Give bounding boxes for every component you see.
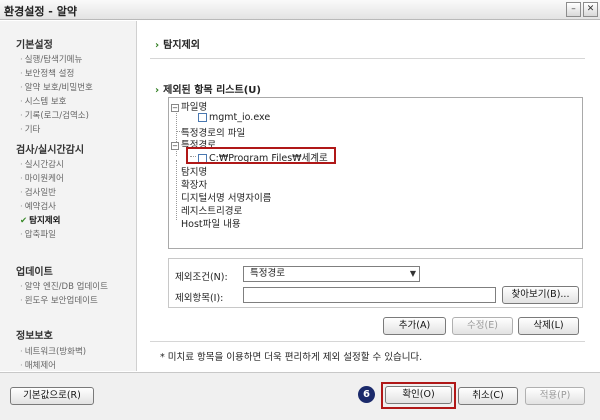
sidebar-item-engine-update[interactable]: · 알약 엔진/DB 업데이트: [20, 280, 108, 292]
tree-node-digital-signer[interactable]: 디지털서명 서명자이름: [181, 190, 271, 204]
sidebar-item-logs[interactable]: · 기록(로그/검역소): [20, 109, 89, 121]
title-bar: 환경설정 - 알약 – ✕: [0, 0, 600, 20]
page-title: › 탐지제외: [155, 40, 200, 51]
sidebar-section-scan[interactable]: 검사/실시간감시: [16, 141, 84, 156]
sidebar-item-firewall[interactable]: · 네트워크(방화벽): [20, 345, 86, 357]
browse-button[interactable]: 찾아보기(B)...: [502, 286, 579, 304]
window-title: 환경설정 - 알약: [4, 5, 77, 18]
highlight-box: [186, 147, 336, 164]
tree-node-file-name[interactable]: − 파일명: [171, 99, 207, 113]
add-button[interactable]: 추가(A): [383, 317, 446, 335]
tree-node-host-file[interactable]: Host파일 내용: [181, 216, 241, 230]
tree-node-registry-path[interactable]: 레지스트리경로: [181, 203, 242, 217]
tree-node-detection-name[interactable]: 탐지명: [181, 164, 207, 178]
sidebar-item-mycare[interactable]: · 마이원케어: [20, 172, 64, 184]
checkbox[interactable]: [198, 113, 207, 122]
step-number-badge: 6: [358, 386, 375, 403]
sidebar-item-password[interactable]: · 알약 보호/비밀번호: [20, 81, 93, 93]
collapse-icon[interactable]: −: [171, 141, 179, 150]
condition-label: 제외조건(N):: [175, 272, 228, 283]
divider: [150, 341, 585, 342]
edit-button[interactable]: 수정(E): [452, 317, 513, 335]
chevron-right-icon: ›: [155, 40, 160, 51]
apply-button[interactable]: 적용(P): [525, 387, 585, 405]
sidebar-item-exclusion[interactable]: ✔ 탐지제외: [20, 214, 60, 226]
sidebar-item-media-control[interactable]: · 매체제어: [20, 359, 56, 371]
exclusion-list-title: › 제외된 항목 리스트(U): [155, 85, 261, 96]
tree-leaf-file-item[interactable]: mgmt_io.exe: [198, 112, 270, 123]
info-note: * 미치료 항목을 이용하면 더욱 편리하게 제외 설정할 수 있습니다.: [160, 352, 423, 363]
sidebar-item-realtime[interactable]: · 실시간감시: [20, 158, 64, 170]
sidebar-item-archive[interactable]: · 압축파일: [20, 228, 56, 240]
restore-defaults-button[interactable]: 기본값으로(R): [10, 387, 94, 405]
divider: [150, 58, 585, 59]
sidebar-item-run-explorer-menu[interactable]: · 실행/탐색기메뉴: [20, 53, 82, 65]
collapse-icon[interactable]: −: [171, 103, 179, 112]
chevron-right-icon: ›: [155, 85, 160, 96]
sidebar-item-scheduled-scan[interactable]: · 예약검사: [20, 200, 56, 212]
cancel-button[interactable]: 취소(C): [458, 387, 518, 405]
sidebar-section-basic[interactable]: 기본설정: [16, 36, 53, 51]
chevron-down-icon: ▼: [409, 269, 416, 278]
condition-select[interactable]: 특정경로 ▼: [243, 266, 420, 282]
delete-button[interactable]: 삭제(L): [518, 317, 579, 335]
tree-node-extension[interactable]: 확장자: [181, 177, 207, 191]
sidebar-section-infosec[interactable]: 정보보호: [16, 327, 53, 342]
ok-button[interactable]: 확인(O): [385, 386, 452, 404]
sidebar-item-scan-general[interactable]: · 검사일반: [20, 186, 56, 198]
sidebar-item-windows-update[interactable]: · 윈도우 보안업데이트: [20, 294, 98, 306]
sidebar-item-security-policy[interactable]: · 보안정책 설정: [20, 67, 74, 79]
sidebar-item-etc[interactable]: · 기타: [20, 123, 40, 135]
item-label: 제외항목(I):: [175, 293, 224, 304]
close-button[interactable]: ✕: [583, 2, 598, 17]
exclusion-item-input[interactable]: [243, 287, 496, 303]
sidebar-section-update[interactable]: 업데이트: [16, 263, 53, 278]
tree-connector: [176, 160, 177, 220]
minimize-button[interactable]: –: [566, 2, 581, 17]
sidebar-item-system-protection[interactable]: · 시스템 보호: [20, 95, 67, 107]
